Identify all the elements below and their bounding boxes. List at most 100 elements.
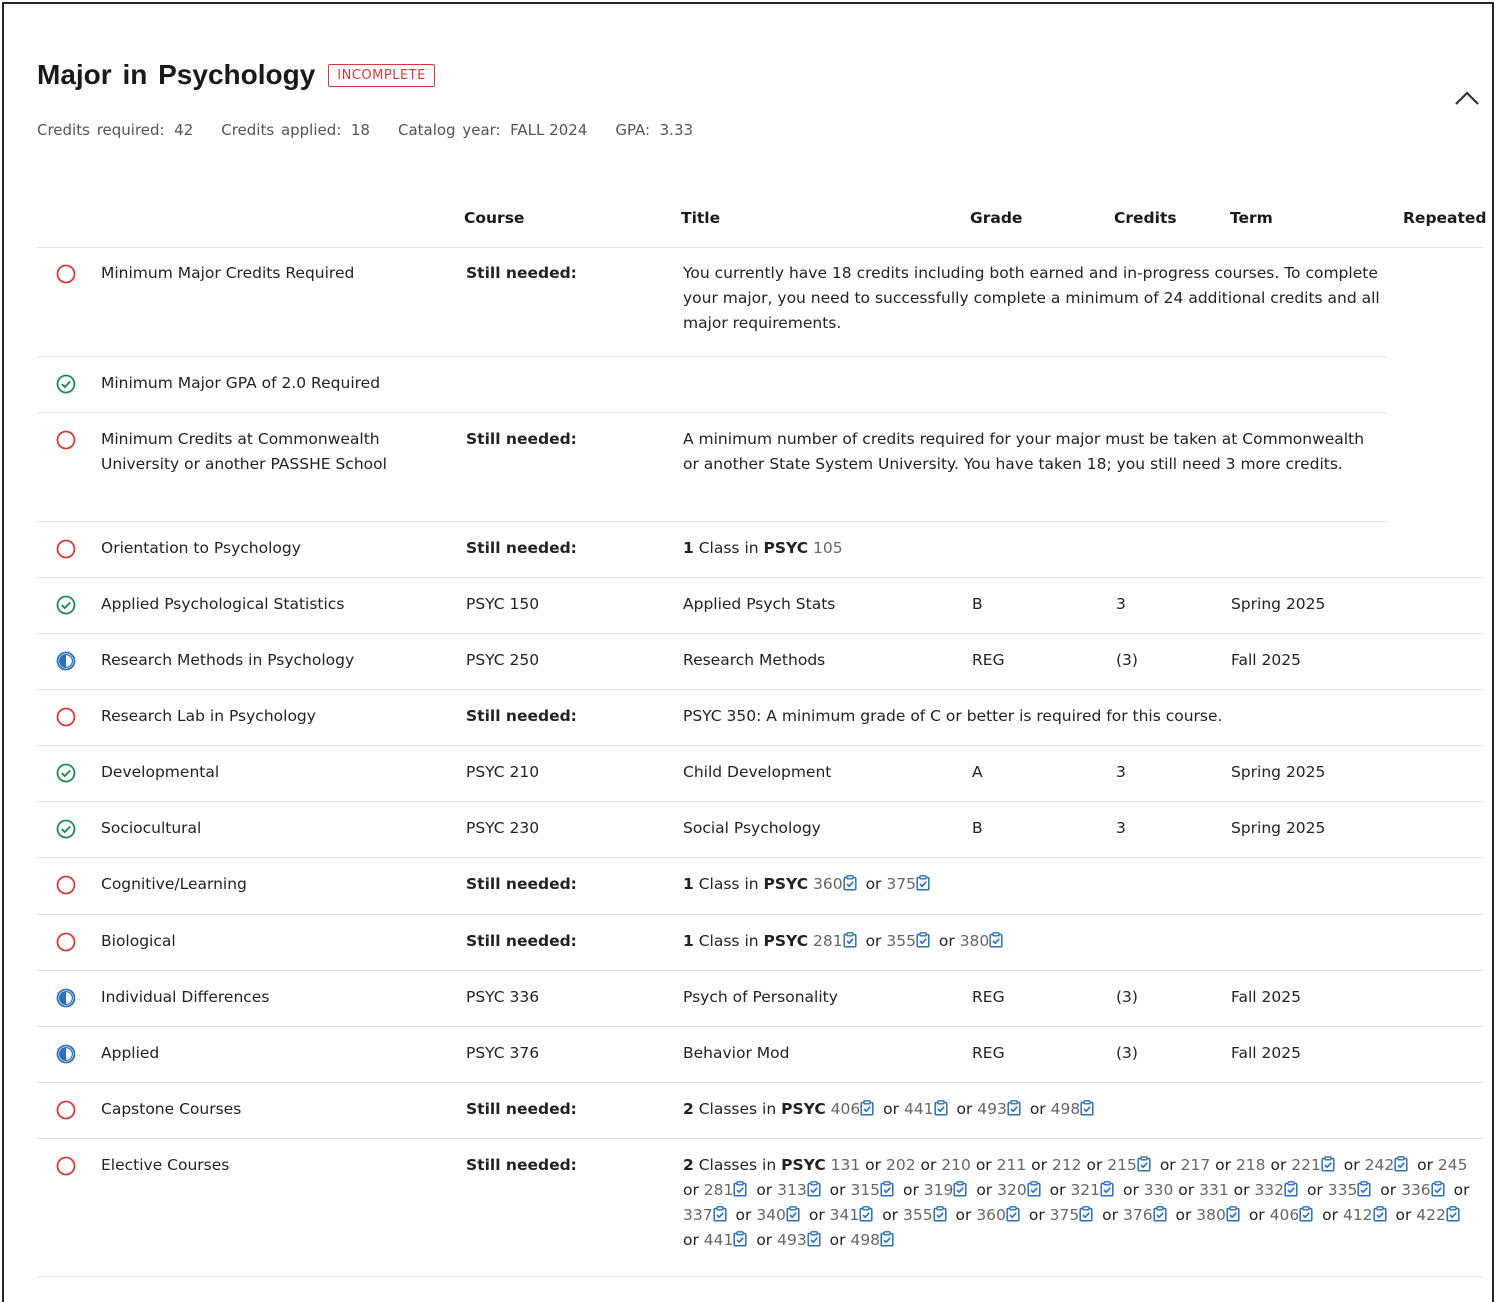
course-option-link[interactable]: 493: [777, 1231, 807, 1249]
course-grade: REG: [972, 1044, 1005, 1062]
course-option-link[interactable]: 331: [1199, 1181, 1229, 1199]
course-details-clipboard-icon[interactable]: [1431, 1180, 1445, 1197]
course-details-clipboard-icon[interactable]: [916, 931, 930, 948]
course-details-clipboard-icon[interactable]: [843, 874, 857, 891]
course-option-link[interactable]: 319: [924, 1181, 954, 1199]
course-details-clipboard-icon[interactable]: [807, 1180, 821, 1197]
major-panel: Major in Psychology INCOMPLETE Credits r…: [2, 2, 1494, 1302]
course-option-link[interactable]: 281: [813, 932, 843, 950]
course-option-link[interactable]: 221: [1291, 1156, 1321, 1174]
course-option-link[interactable]: 406: [1270, 1206, 1300, 1224]
course-details-clipboard-icon[interactable]: [860, 1099, 874, 1116]
course-details-clipboard-icon[interactable]: [1100, 1180, 1114, 1197]
requirement-name: Applied: [101, 1044, 160, 1062]
course-details-clipboard-icon[interactable]: [786, 1205, 800, 1222]
course-details-clipboard-icon[interactable]: [807, 1230, 821, 1247]
course-option-link[interactable]: 498: [1051, 1100, 1081, 1118]
course-option-link[interactable]: 412: [1343, 1206, 1373, 1224]
course-details-clipboard-icon[interactable]: [1372, 1205, 1387, 1222]
course-option-link[interactable]: 202: [886, 1156, 916, 1174]
course-option-link[interactable]: 321: [1070, 1181, 1100, 1199]
or-separator: or: [1343, 1156, 1360, 1174]
requirement-row: Orientation to Psychology Still needed: 1 …: [37, 522, 1483, 578]
course-details-clipboard-icon[interactable]: [1007, 1099, 1021, 1116]
course-details-clipboard-icon[interactable]: [1153, 1205, 1167, 1222]
course-option-link[interactable]: 340: [756, 1206, 786, 1224]
requirement-row: Individual Differences PSYC 336 Psych of P…: [37, 971, 1483, 1027]
course-details-clipboard-icon[interactable]: [1006, 1205, 1020, 1222]
course-option-link[interactable]: 441: [904, 1100, 934, 1118]
course-details-clipboard-icon[interactable]: [1357, 1180, 1371, 1197]
course-option-link[interactable]: 131: [831, 1156, 861, 1174]
course-option-link[interactable]: 210: [941, 1156, 971, 1174]
course-details-clipboard-icon[interactable]: [713, 1205, 727, 1222]
course-details-clipboard-icon[interactable]: [1080, 1099, 1094, 1116]
collapse-chevron-icon[interactable]: [1454, 89, 1480, 109]
course-option-link[interactable]: 242: [1365, 1156, 1395, 1174]
course-details-clipboard-icon[interactable]: [733, 1230, 747, 1247]
needed-count: 2: [683, 1100, 694, 1118]
course-details-clipboard-icon[interactable]: [880, 1180, 894, 1197]
course-option-link[interactable]: 355: [903, 1206, 933, 1224]
course-option-link[interactable]: 360: [976, 1206, 1006, 1224]
course-option-link[interactable]: 212: [1052, 1156, 1082, 1174]
course-details-clipboard-icon[interactable]: [1226, 1205, 1240, 1222]
course-option-link[interactable]: 376: [1123, 1206, 1153, 1224]
course-details-clipboard-icon[interactable]: [934, 1099, 948, 1116]
course-details-clipboard-icon[interactable]: [1027, 1180, 1041, 1197]
course-code: PSYC 376: [466, 1044, 540, 1062]
course-option-link[interactable]: 380: [1196, 1206, 1226, 1224]
course-option-link[interactable]: 211: [997, 1156, 1027, 1174]
course-option-link[interactable]: 337: [683, 1206, 713, 1224]
requirement-name: Developmental: [101, 763, 220, 781]
course-option-link[interactable]: 335: [1328, 1181, 1358, 1199]
requirement-row: Biological Still needed: 1 Class in PSYC 2…: [37, 915, 1483, 971]
course-option-link[interactable]: 493: [977, 1100, 1007, 1118]
course-details-clipboard-icon[interactable]: [1299, 1205, 1313, 1222]
course-option-link[interactable]: 355: [886, 932, 916, 950]
course-option-link[interactable]: 498: [850, 1231, 880, 1249]
course-details-clipboard-icon[interactable]: [1321, 1155, 1335, 1172]
course-details-clipboard-icon[interactable]: [916, 874, 930, 891]
or-separator: or: [1417, 1156, 1433, 1174]
course-option-link[interactable]: 441: [704, 1231, 734, 1249]
course-option-link[interactable]: 320: [997, 1181, 1027, 1199]
course-option-link[interactable]: 215: [1107, 1156, 1137, 1174]
or-separator: or: [883, 1100, 900, 1118]
course-details-clipboard-icon[interactable]: [933, 1205, 947, 1222]
course-option-link[interactable]: 218: [1236, 1156, 1266, 1174]
course-details-clipboard-icon[interactable]: [880, 1230, 894, 1247]
course-option-link[interactable]: 341: [830, 1206, 860, 1224]
course-option-link[interactable]: 245: [1438, 1156, 1468, 1174]
course-details-clipboard-icon[interactable]: [953, 1180, 967, 1197]
course-option-link[interactable]: 380: [960, 932, 990, 950]
course-option-link[interactable]: 217: [1181, 1156, 1211, 1174]
course-option-link[interactable]: 332: [1254, 1181, 1284, 1199]
course-option-link[interactable]: 360: [813, 875, 843, 893]
course-details-clipboard-icon[interactable]: [1446, 1205, 1460, 1222]
course-option-link[interactable]: 313: [777, 1181, 807, 1199]
course-code: PSYC 210: [466, 763, 540, 781]
course-details-clipboard-icon[interactable]: [1137, 1155, 1151, 1172]
requirement-name: Elective Courses: [101, 1156, 230, 1174]
column-repeated: Repeated: [1403, 209, 1487, 227]
or-separator: or: [1453, 1181, 1470, 1199]
course-option-link[interactable]: 281: [704, 1181, 734, 1199]
course-option-link[interactable]: 330: [1144, 1181, 1174, 1199]
course-option-link[interactable]: 336: [1401, 1181, 1431, 1199]
course-option-link[interactable]: 375: [1050, 1206, 1080, 1224]
course-option-link[interactable]: 406: [831, 1100, 861, 1118]
course-details-clipboard-icon[interactable]: [843, 931, 857, 948]
course-details-clipboard-icon[interactable]: [733, 1180, 747, 1197]
course-details-clipboard-icon[interactable]: [859, 1205, 873, 1222]
course-option-link[interactable]: 315: [850, 1181, 880, 1199]
course-details-clipboard-icon[interactable]: [1284, 1180, 1298, 1197]
course-details-clipboard-icon[interactable]: [1394, 1155, 1408, 1172]
or-separator: or: [756, 1231, 773, 1249]
course-details-clipboard-icon[interactable]: [989, 931, 1003, 948]
course-details-clipboard-icon[interactable]: [1079, 1205, 1093, 1222]
course-option-link[interactable]: 375: [886, 875, 916, 893]
panel-header: Major in Psychology INCOMPLETE: [37, 59, 435, 91]
course-option-link[interactable]: 105: [813, 539, 843, 557]
course-option-link[interactable]: 422: [1416, 1206, 1446, 1224]
